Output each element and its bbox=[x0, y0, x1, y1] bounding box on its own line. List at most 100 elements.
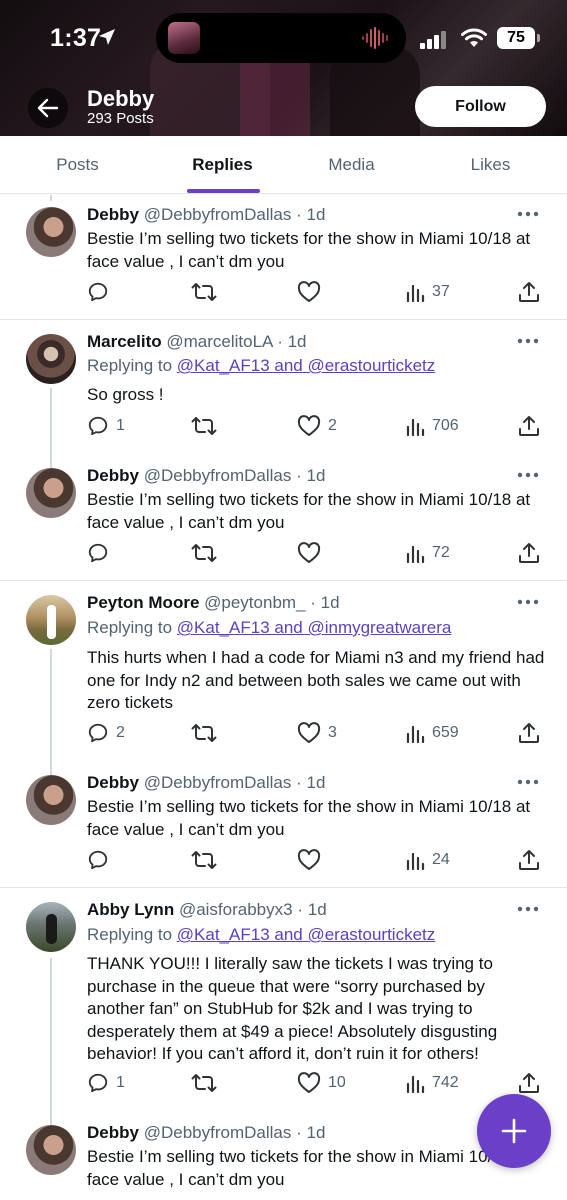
author-name[interactable]: Marcelito bbox=[87, 332, 162, 351]
author-handle[interactable]: @DebbyfromDallas bbox=[144, 466, 292, 485]
reply-icon bbox=[88, 543, 108, 563]
reply-icon bbox=[88, 850, 108, 870]
like-button[interactable]: 3 bbox=[297, 721, 337, 745]
more-options-icon[interactable] bbox=[515, 772, 541, 792]
views-button[interactable]: 706 bbox=[405, 414, 459, 438]
tab-media[interactable]: Media bbox=[301, 136, 402, 194]
back-button[interactable] bbox=[28, 88, 68, 128]
tweet-text: Bestie I’m selling two tickets for the s… bbox=[87, 797, 531, 839]
post-age: 1d bbox=[306, 1123, 326, 1142]
share-button[interactable] bbox=[518, 414, 540, 438]
like-button[interactable] bbox=[297, 541, 328, 565]
tab-likes[interactable]: Likes bbox=[440, 136, 541, 194]
more-options-icon[interactable] bbox=[515, 204, 541, 224]
post-age: 1d bbox=[307, 900, 327, 919]
tweet-text: So gross ! bbox=[87, 385, 164, 404]
views-button[interactable]: 72 bbox=[405, 541, 450, 565]
share-icon bbox=[519, 543, 539, 563]
share-button[interactable] bbox=[518, 541, 540, 565]
compose-button[interactable] bbox=[477, 1094, 551, 1168]
repost-button[interactable] bbox=[191, 848, 224, 872]
back-arrow-icon bbox=[37, 98, 59, 118]
author-handle[interactable]: @marcelitoLA bbox=[166, 332, 272, 351]
share-button[interactable] bbox=[518, 721, 540, 745]
tweet-actions: 24 bbox=[0, 848, 567, 872]
follow-button[interactable]: Follow bbox=[415, 86, 546, 127]
author-name[interactable]: Debby bbox=[87, 205, 139, 224]
tweet-actions: 1 2 706 bbox=[0, 414, 567, 438]
share-icon bbox=[519, 850, 539, 870]
reply-icon bbox=[88, 416, 108, 436]
heart-icon bbox=[297, 722, 321, 743]
avatar[interactable] bbox=[26, 468, 76, 518]
avatar[interactable] bbox=[26, 1125, 76, 1175]
replying-to-link[interactable]: @Kat_AF13 and @erastourticketz bbox=[177, 356, 435, 375]
repost-button[interactable] bbox=[191, 721, 224, 745]
like-button[interactable]: 10 bbox=[297, 1071, 346, 1095]
more-options-icon[interactable] bbox=[515, 465, 541, 485]
reply-button[interactable]: 1 bbox=[87, 414, 125, 438]
like-button[interactable] bbox=[297, 280, 328, 304]
like-button[interactable]: 2 bbox=[297, 414, 337, 438]
reply-icon bbox=[88, 723, 108, 743]
reply-button[interactable] bbox=[87, 280, 116, 304]
author-handle[interactable]: @aisforabbyx3 bbox=[179, 900, 293, 919]
tab-posts[interactable]: Posts bbox=[27, 136, 128, 194]
thread-line bbox=[50, 958, 52, 1130]
more-options-icon[interactable] bbox=[515, 331, 541, 351]
share-button[interactable] bbox=[518, 848, 540, 872]
reply-button[interactable]: 2 bbox=[87, 721, 125, 745]
author-name[interactable]: Debby bbox=[87, 773, 139, 792]
author-handle[interactable]: @peytonbm_ bbox=[204, 593, 305, 612]
repost-button[interactable] bbox=[191, 541, 224, 565]
views-button[interactable]: 37 bbox=[405, 280, 450, 304]
heart-icon bbox=[297, 1072, 321, 1093]
views-button[interactable]: 24 bbox=[405, 848, 450, 872]
thread-line bbox=[50, 649, 52, 775]
replying-to-link[interactable]: @Kat_AF13 and @erastourticketz bbox=[177, 925, 435, 944]
tab-replies[interactable]: Replies bbox=[172, 136, 273, 194]
author-name[interactable]: Debby bbox=[87, 1123, 139, 1142]
like-button[interactable] bbox=[297, 848, 328, 872]
repost-icon bbox=[191, 417, 217, 435]
reply-button[interactable]: 1 bbox=[87, 1071, 125, 1095]
repost-button[interactable] bbox=[191, 280, 224, 304]
reply-button[interactable] bbox=[87, 541, 116, 565]
share-button[interactable] bbox=[518, 280, 540, 304]
author-handle[interactable]: @DebbyfromDallas bbox=[144, 773, 292, 792]
post-age: 1d bbox=[320, 593, 340, 612]
post-count: 293 Posts bbox=[87, 110, 154, 127]
share-icon bbox=[519, 416, 539, 436]
repost-button[interactable] bbox=[191, 1071, 224, 1095]
battery-indicator: 75 bbox=[497, 27, 535, 49]
avatar[interactable] bbox=[26, 902, 76, 952]
tweet-text: Bestie I’m selling two tickets for the s… bbox=[87, 229, 531, 271]
location-arrow-icon bbox=[99, 29, 115, 45]
more-options-icon[interactable] bbox=[515, 592, 541, 612]
avatar[interactable] bbox=[26, 595, 76, 645]
author-handle[interactable]: @DebbyfromDallas bbox=[144, 1123, 292, 1142]
replying-to-link[interactable]: @Kat_AF13 and @inmygreatwarera bbox=[177, 618, 452, 637]
tweet-text: THANK YOU!!! I literally saw the tickets… bbox=[87, 954, 498, 1063]
share-icon bbox=[519, 1073, 539, 1093]
author-name[interactable]: Abby Lynn bbox=[87, 900, 174, 919]
repost-button[interactable] bbox=[191, 414, 224, 438]
views-chart-icon bbox=[406, 284, 425, 302]
status-bar: 1:37 75 bbox=[0, 0, 567, 76]
avatar[interactable] bbox=[26, 207, 76, 257]
tweet-text: Bestie I’m selling two tickets for the s… bbox=[87, 1147, 531, 1189]
dynamic-island[interactable] bbox=[156, 13, 406, 63]
replying-to: Replying to @Kat_AF13 and @erastourticke… bbox=[87, 356, 436, 375]
author-handle[interactable]: @DebbyfromDallas bbox=[144, 205, 292, 224]
views-chart-icon bbox=[406, 545, 425, 563]
plus-icon bbox=[501, 1118, 527, 1144]
author-name[interactable]: Debby bbox=[87, 466, 139, 485]
avatar[interactable] bbox=[26, 334, 76, 384]
reply-button[interactable] bbox=[87, 848, 116, 872]
views-button[interactable]: 659 bbox=[405, 721, 459, 745]
views-button[interactable]: 742 bbox=[405, 1071, 459, 1095]
avatar[interactable] bbox=[26, 775, 76, 825]
author-name[interactable]: Peyton Moore bbox=[87, 593, 199, 612]
more-options-icon[interactable] bbox=[515, 899, 541, 919]
share-button[interactable] bbox=[518, 1071, 540, 1095]
